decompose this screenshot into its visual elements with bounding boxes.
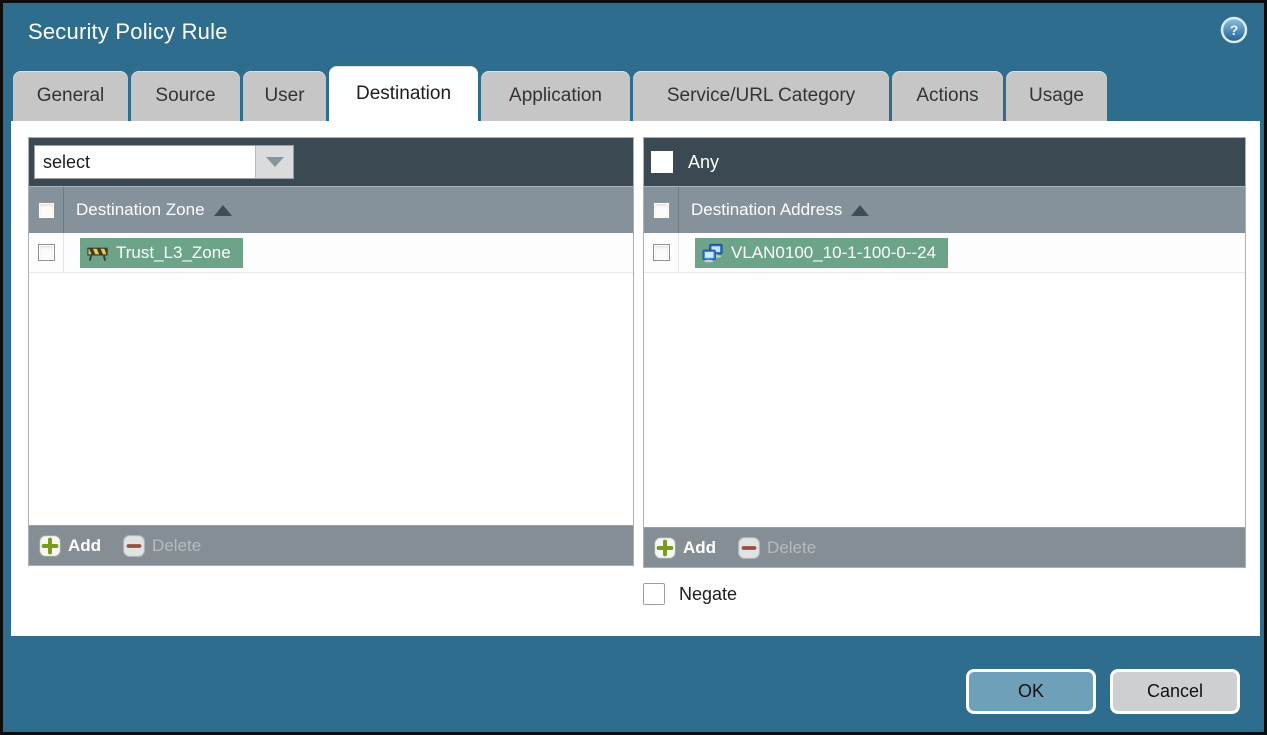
negate-label: Negate — [679, 583, 738, 604]
help-icon[interactable]: ? — [1220, 16, 1248, 44]
tab-general[interactable]: General — [13, 71, 128, 121]
address-chip-label: VLAN0100_10-1-100-0--24 — [731, 242, 937, 262]
sort-asc-icon — [213, 204, 232, 216]
title-bar: Security Policy Rule ? — [3, 3, 1264, 65]
address-add-button[interactable]: Add — [654, 536, 717, 559]
tab-actions[interactable]: Actions — [892, 71, 1003, 121]
table-row[interactable]: Trust_L3_Zone — [29, 233, 633, 273]
zone-row-checkbox[interactable] — [37, 244, 55, 261]
add-icon — [654, 536, 676, 559]
chevron-down-icon — [265, 157, 284, 167]
zone-panel-footer: Add Delete — [29, 525, 633, 565]
zone-chip[interactable]: Trust_L3_Zone — [80, 237, 243, 268]
minus-icon — [123, 534, 146, 557]
zone-add-label: Add — [68, 535, 102, 555]
zone-row-checkbox-cell — [29, 233, 64, 272]
zone-delete-label: Delete — [152, 535, 202, 555]
tab-destination[interactable]: Destination — [329, 66, 478, 121]
address-panel-footer: Add Delete — [644, 527, 1245, 567]
zone-icon — [87, 244, 108, 262]
ok-button[interactable]: OK — [966, 669, 1096, 714]
minus-icon — [738, 536, 761, 559]
security-policy-rule-dialog: Security Policy Rule ? General Source Us… — [0, 0, 1267, 735]
zone-column-title: Destination Zone — [76, 200, 205, 219]
network-icon — [702, 243, 723, 263]
address-rows: VLAN0100_10-1-100-0--24 — [644, 233, 1245, 527]
zone-filter-combobox — [34, 145, 294, 179]
tab-usage[interactable]: Usage — [1006, 71, 1107, 121]
zone-column-header: Destination Zone — [29, 186, 633, 233]
zone-filter-dropdown-button[interactable] — [255, 146, 293, 178]
address-select-all-checkbox[interactable] — [652, 201, 670, 219]
zone-column-title-wrap[interactable]: Destination Zone — [64, 200, 232, 220]
any-label: Any — [688, 151, 720, 172]
address-add-label: Add — [683, 537, 717, 557]
add-icon — [39, 534, 61, 557]
zone-select-all-checkbox[interactable] — [37, 201, 55, 219]
destination-tab-content: Destination Zone — [11, 121, 1260, 636]
address-column-title: Destination Address — [691, 200, 843, 219]
zone-delete-button[interactable]: Delete — [123, 534, 202, 557]
address-panel-header: Any — [644, 138, 1245, 186]
address-row-checkbox-cell — [644, 233, 679, 272]
tab-service-url-category[interactable]: Service/URL Category — [633, 71, 889, 121]
zone-select-all-cell — [29, 187, 64, 233]
negate-control: Negate — [643, 583, 737, 605]
address-chip[interactable]: VLAN0100_10-1-100-0--24 — [695, 237, 949, 268]
zone-panel-header — [29, 138, 633, 186]
zone-rows: Trust_L3_Zone — [29, 233, 633, 525]
address-delete-button[interactable]: Delete — [738, 536, 817, 559]
table-row[interactable]: VLAN0100_10-1-100-0--24 — [644, 233, 1245, 273]
tab-source[interactable]: Source — [131, 71, 240, 121]
negate-checkbox[interactable] — [643, 583, 665, 605]
address-select-all-cell — [644, 187, 679, 233]
tab-application[interactable]: Application — [481, 71, 630, 121]
address-column-title-wrap[interactable]: Destination Address — [679, 200, 870, 220]
sort-asc-icon — [851, 204, 870, 216]
address-row-checkbox[interactable] — [652, 244, 670, 261]
address-delete-label: Delete — [767, 537, 817, 557]
destination-address-panel: Any Destination Address VLAN0100_10-1-10… — [643, 137, 1246, 568]
zone-chip-label: Trust_L3_Zone — [116, 242, 231, 262]
address-column-header: Destination Address — [644, 186, 1245, 233]
destination-zone-panel: Destination Zone — [28, 137, 634, 566]
svg-text:?: ? — [1230, 22, 1239, 38]
zone-add-button[interactable]: Add — [39, 534, 102, 557]
any-checkbox[interactable] — [651, 151, 673, 173]
dialog-title: Security Policy Rule — [28, 19, 228, 44]
cancel-button[interactable]: Cancel — [1110, 669, 1240, 714]
tab-user[interactable]: User — [243, 71, 326, 121]
zone-filter-input[interactable] — [35, 146, 255, 178]
